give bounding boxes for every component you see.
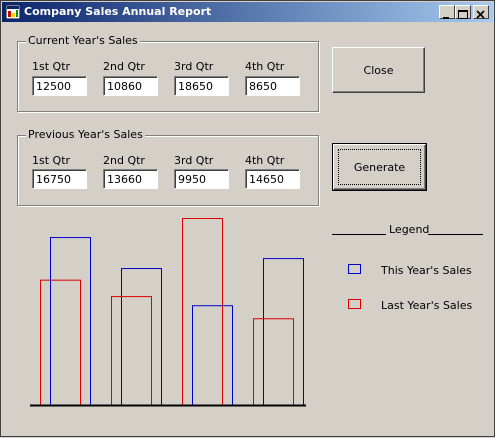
this-year-bar-q2 (121, 268, 162, 406)
sales-bar-chart (30, 218, 306, 407)
this-year-bar-q1 (50, 237, 91, 406)
last-year-bar-q2 (111, 296, 152, 407)
this-year-bar-q3 (192, 305, 233, 406)
main-window: Company Sales Annual Report Current Year… (0, 0, 495, 437)
last-year-bar-q4 (253, 318, 294, 406)
last-year-bar-q3 (182, 218, 223, 406)
this-year-bar-q4 (263, 258, 304, 406)
last-year-bar-q1 (40, 279, 81, 407)
